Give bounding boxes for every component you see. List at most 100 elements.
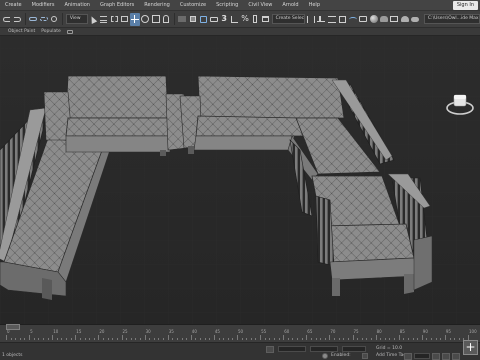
menu-animation[interactable]: Animation bbox=[59, 0, 95, 11]
timeline-tick bbox=[306, 335, 308, 340]
sign-in-button[interactable]: Sign In bbox=[452, 1, 478, 10]
timeline-minor-tick bbox=[135, 338, 137, 340]
scale-icon bbox=[151, 15, 160, 23]
menu-modifiers[interactable]: Modifiers bbox=[27, 0, 60, 11]
ribbon-populate[interactable]: Populate bbox=[41, 29, 61, 34]
render-in-cloud-button[interactable] bbox=[410, 13, 420, 26]
perspective-viewport[interactable] bbox=[0, 36, 480, 324]
reference-coord-button[interactable] bbox=[178, 13, 187, 26]
named-selection-set-dropdown[interactable]: Create Selection Se bbox=[271, 14, 306, 24]
window-crossing-button[interactable] bbox=[120, 13, 129, 26]
timeline-minor-tick bbox=[380, 338, 382, 340]
scale-button[interactable] bbox=[151, 13, 160, 26]
enabled-toggle[interactable] bbox=[362, 353, 368, 359]
bind-space-warp-button[interactable] bbox=[50, 13, 59, 26]
unlink-button[interactable] bbox=[39, 13, 48, 26]
menu-scripting[interactable]: Scripting bbox=[211, 0, 243, 11]
align-button[interactable] bbox=[317, 13, 326, 26]
go-to-end-button[interactable] bbox=[442, 353, 450, 360]
record-icon[interactable] bbox=[322, 353, 328, 359]
align-icon bbox=[317, 16, 326, 22]
schematic-view-button[interactable] bbox=[358, 13, 368, 26]
grid-size-text: Grid = 10.0 bbox=[376, 346, 403, 351]
timeline-minor-tick bbox=[449, 338, 451, 340]
timeline-minor-tick bbox=[384, 338, 386, 340]
toggle-scene-explorer-button[interactable] bbox=[338, 13, 347, 26]
menu-customize[interactable]: Customize bbox=[175, 0, 211, 11]
percent-snap-button[interactable]: % bbox=[240, 13, 249, 26]
coord-y-field[interactable] bbox=[310, 346, 338, 352]
timeline-minor-tick bbox=[232, 338, 234, 340]
menu-help[interactable]: Help bbox=[304, 0, 325, 11]
timeline-minor-tick bbox=[10, 338, 12, 340]
pivot-center-button[interactable] bbox=[188, 13, 197, 26]
percent-icon: % bbox=[241, 14, 249, 23]
layer-explorer-button[interactable] bbox=[327, 13, 336, 26]
menu-arnold[interactable]: Arnold bbox=[277, 0, 303, 11]
timeline-ruler[interactable]: 0 5 10 15 20 25 30 35 40 45 50 55 60 65 70 75 80 85 90 95 10… bbox=[6, 328, 477, 340]
timeline-minor-tick bbox=[297, 338, 299, 340]
selection-filter-dropdown[interactable]: View bbox=[65, 14, 88, 24]
timeline-minor-tick bbox=[218, 338, 220, 340]
timeline-tick bbox=[167, 335, 169, 340]
move-button[interactable] bbox=[130, 12, 140, 26]
edit-named-sets-button[interactable] bbox=[261, 13, 270, 26]
spinner-snap-icon bbox=[253, 15, 258, 23]
select-by-name-button[interactable] bbox=[99, 13, 108, 26]
rect-region-button[interactable] bbox=[109, 13, 118, 26]
sofa-center-seat bbox=[65, 117, 171, 137]
timeline-minor-tick bbox=[269, 338, 271, 340]
go-to-start-button[interactable] bbox=[404, 353, 412, 360]
track-bar[interactable]: 0 5 10 15 20 25 30 35 40 45 50 55 60 65 70 75 80 85 90 95 10… bbox=[0, 324, 480, 342]
move-icon bbox=[130, 15, 139, 23]
redo-button[interactable] bbox=[12, 13, 21, 26]
rendered-frame-window-button[interactable] bbox=[390, 13, 399, 26]
menu-rendering[interactable]: Rendering bbox=[139, 0, 175, 11]
angle-snap-button[interactable] bbox=[230, 13, 239, 26]
snaps-toggle-button[interactable]: 3 bbox=[219, 13, 228, 26]
select-manipulate-button[interactable] bbox=[199, 13, 208, 26]
timeline-minor-tick bbox=[273, 338, 275, 340]
timeline-minor-tick bbox=[24, 338, 26, 340]
coord-x-field[interactable] bbox=[278, 346, 306, 352]
material-editor-button[interactable] bbox=[369, 13, 378, 26]
select-object-button[interactable] bbox=[89, 13, 98, 26]
ribbon-toggle-icon[interactable] bbox=[66, 29, 73, 34]
spinner-snap-button[interactable] bbox=[251, 13, 260, 26]
link-button[interactable] bbox=[29, 13, 38, 26]
lock-selection-button[interactable] bbox=[266, 346, 274, 353]
timeline-minor-tick bbox=[126, 338, 128, 340]
menu-graph-editors[interactable]: Graph Editors bbox=[95, 0, 139, 11]
render-setup-button[interactable] bbox=[379, 13, 388, 26]
undo-button[interactable] bbox=[2, 13, 11, 26]
render-production-button[interactable] bbox=[400, 13, 409, 26]
space-warp-icon bbox=[51, 16, 58, 22]
curve-editor-button[interactable] bbox=[348, 13, 357, 26]
timeline-tick-label: 35 bbox=[168, 329, 174, 334]
cloud-icon bbox=[411, 16, 420, 22]
set-key-button[interactable]: + bbox=[463, 340, 478, 355]
timeline-minor-tick bbox=[287, 338, 289, 340]
menu-civil-view[interactable]: Civil View bbox=[243, 0, 277, 11]
coord-z-field[interactable] bbox=[342, 346, 366, 352]
current-frame-field[interactable] bbox=[414, 353, 430, 359]
placement-icon bbox=[163, 15, 170, 23]
project-path-field[interactable]: C:\Users\Owl...ide Max 2024 bbox=[423, 14, 480, 24]
timeline-minor-tick bbox=[338, 338, 340, 340]
ribbon-object-paint[interactable]: Object Paint bbox=[8, 29, 35, 34]
play-button[interactable] bbox=[432, 353, 440, 360]
mirror-button[interactable] bbox=[306, 13, 315, 26]
viewcube-icon bbox=[446, 94, 474, 115]
time-slider-handle[interactable] bbox=[6, 324, 20, 330]
key-mode-button[interactable] bbox=[452, 353, 460, 360]
timeline-minor-tick bbox=[153, 338, 155, 340]
viewport-scene bbox=[0, 36, 480, 324]
add-time-tag-link[interactable]: Add Time Tag bbox=[376, 353, 406, 358]
viewcube-navigation[interactable] bbox=[445, 90, 475, 118]
timeline-minor-tick bbox=[103, 338, 105, 340]
placement-button[interactable] bbox=[161, 13, 170, 26]
rotate-button[interactable] bbox=[141, 13, 150, 26]
crossing-icon bbox=[121, 16, 128, 22]
keyboard-shortcut-button[interactable] bbox=[209, 13, 218, 26]
menu-create[interactable]: Create bbox=[0, 0, 27, 11]
